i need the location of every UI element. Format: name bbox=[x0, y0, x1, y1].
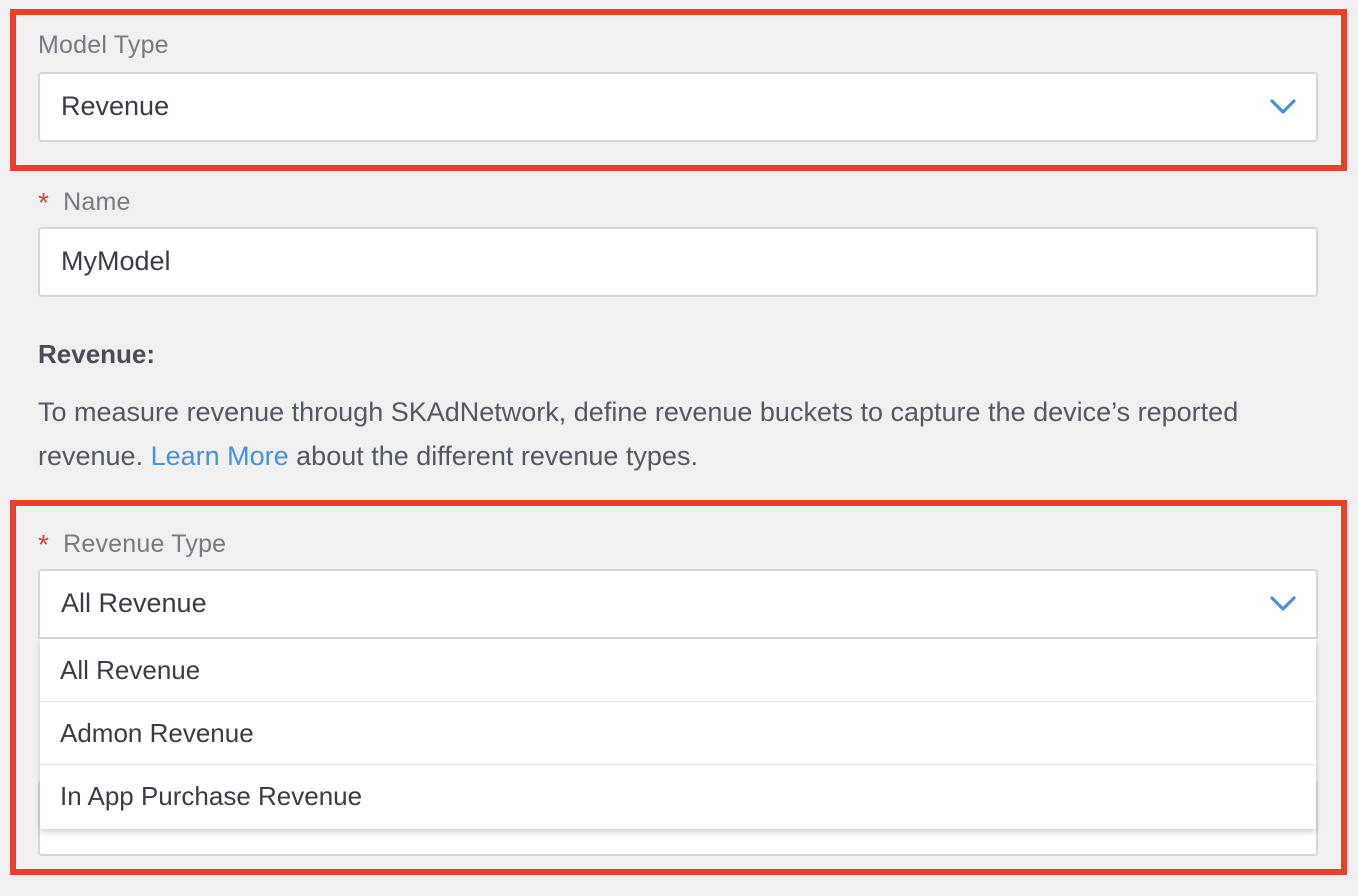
name-input[interactable]: MyModel bbox=[38, 227, 1318, 297]
learn-more-link[interactable]: Learn More bbox=[151, 441, 289, 471]
dropdown-option-admon-revenue[interactable]: Admon Revenue bbox=[40, 702, 1316, 765]
chevron-down-icon[interactable] bbox=[1270, 595, 1296, 613]
model-type-select[interactable]: Revenue bbox=[38, 72, 1318, 142]
revenue-type-select[interactable]: All Revenue bbox=[38, 569, 1318, 639]
name-input-value: MyModel bbox=[61, 246, 171, 276]
revenue-type-label: Revenue Type bbox=[63, 530, 227, 558]
dropdown-option-in-app-purchase-revenue[interactable]: In App Purchase Revenue bbox=[40, 765, 1316, 828]
revenue-description: To measure revenue through SKAdNetwork, … bbox=[38, 390, 1278, 478]
revenue-type-label-row: * Revenue Type bbox=[38, 527, 227, 560]
dropdown-option-all-revenue[interactable]: All Revenue bbox=[40, 639, 1316, 702]
revenue-type-value: All Revenue bbox=[61, 588, 207, 618]
chevron-down-icon[interactable] bbox=[1270, 98, 1296, 116]
revenue-type-dropdown-menu: All Revenue Admon Revenue In App Purchas… bbox=[40, 639, 1316, 829]
revenue-section-title: Revenue: bbox=[38, 339, 156, 369]
revenue-description-text-end: about the different revenue types. bbox=[288, 441, 698, 471]
model-type-label: Model Type bbox=[38, 31, 169, 59]
name-label: Name bbox=[63, 188, 131, 216]
required-asterisk: * bbox=[38, 187, 50, 218]
model-type-value: Revenue bbox=[61, 91, 170, 121]
name-label-row: * Name bbox=[38, 185, 131, 218]
required-asterisk: * bbox=[38, 529, 50, 560]
